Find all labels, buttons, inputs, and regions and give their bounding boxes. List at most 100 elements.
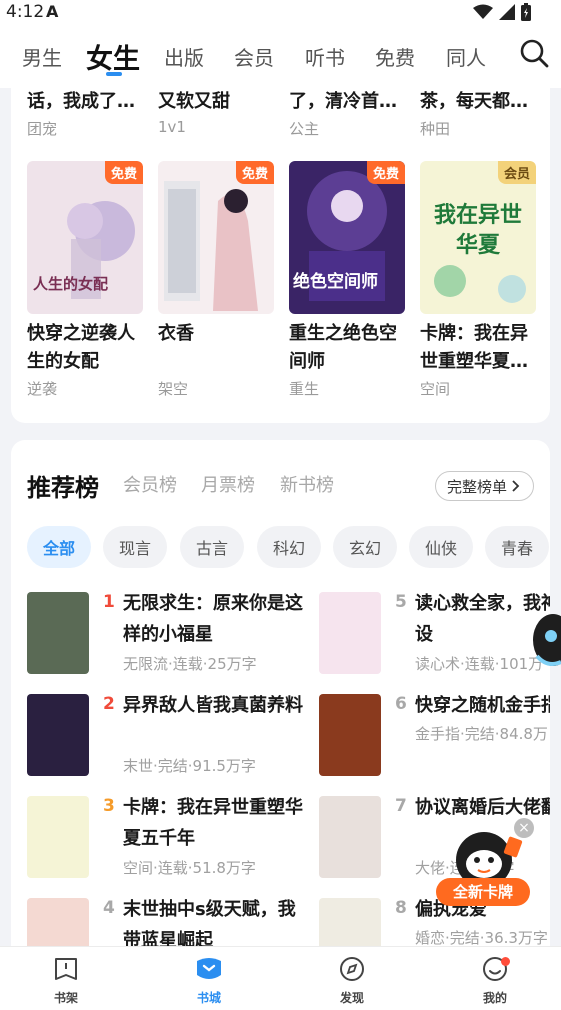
full-list-button[interactable]: 完整榜单 — [435, 471, 534, 501]
book-cover[interactable]: 绝色空间师 免费 — [289, 161, 405, 314]
free-badge: 免费 — [104, 161, 143, 184]
tab-member-rank[interactable]: 会员榜 — [123, 471, 177, 497]
chip-xianxia[interactable]: 仙侠 — [409, 526, 473, 568]
cover-title-text: 绝色空间师 — [293, 272, 378, 292]
promo-close-button[interactable]: × — [514, 818, 534, 838]
rank-meta: 读心术·连载·101万 — [415, 655, 544, 673]
rank-cover — [27, 796, 89, 878]
promo-label: 全新卡牌 — [436, 878, 530, 906]
rank-meta: 金手指·完结·84.8万 — [415, 725, 548, 743]
bottom-tab-bookstore[interactable]: 书城 — [179, 955, 239, 1006]
tab-publish[interactable]: 出版 — [164, 42, 204, 71]
book-title: 话，我成了… — [27, 91, 135, 112]
bookshelf-icon — [55, 958, 77, 980]
free-badge: 免费 — [366, 161, 405, 184]
tab-free[interactable]: 免费 — [375, 42, 415, 71]
book-cover[interactable]: 我在异世华夏 会员 — [420, 161, 536, 314]
book-item[interactable]: 卡牌：我在异世重塑华夏… 空间 — [420, 320, 536, 399]
book-title: 重生之绝色空间师 — [289, 323, 397, 372]
rank-meta: 婚恋·完结·36.3万字 — [415, 929, 548, 947]
book-title: 了，清冷首… — [289, 91, 397, 112]
tab-new-book-rank[interactable]: 新书榜 — [280, 471, 334, 497]
rank-number: 8 — [395, 898, 407, 918]
tab-male[interactable]: 男生 — [22, 42, 62, 71]
tab-recommend-rank[interactable]: 推荐榜 — [27, 468, 99, 503]
status-icons — [473, 3, 531, 21]
bottom-nav: 书架 书城 发现 我的 — [0, 946, 561, 1010]
rank-item[interactable]: 1 无限求生：原来你是这样的小福星 无限流·连载·25万字 — [27, 592, 307, 674]
rank-title: 快穿之随机金手指 — [415, 695, 550, 716]
book-title: 卡牌：我在异世重塑华夏… — [420, 323, 528, 372]
rank-number: 1 — [103, 592, 115, 612]
book-tag: 种田 — [420, 120, 451, 138]
rank-meta: 末世·完结·91.5万字 — [123, 757, 256, 775]
book-cover[interactable]: 免费 — [158, 161, 274, 314]
free-badge: 免费 — [235, 161, 274, 184]
active-tab-indicator — [106, 72, 122, 76]
status-bar: 4:12 A — [0, 0, 561, 26]
book-title: 快穿之逆袭人生的女配 — [27, 323, 135, 372]
chip-ancient-romance[interactable]: 古言 — [180, 526, 244, 568]
rank-title: 无限求生：原来你是这样的小福星 — [123, 593, 303, 645]
cover-title-text: 我在异世华夏 — [433, 203, 522, 258]
bottom-tab-discover[interactable]: 发现 — [322, 955, 382, 1006]
rank-item[interactable]: 5 读心救全家，我神棍人设 读心术·连载·101万 — [319, 592, 550, 674]
chip-modern-romance[interactable]: 现言 — [103, 526, 167, 568]
tab-audiobook[interactable]: 听书 — [305, 42, 345, 71]
signal-icon — [499, 4, 515, 20]
book-title: 又软又甜 — [158, 91, 230, 112]
rank-number: 3 — [103, 796, 115, 816]
book-tag: 逆袭 — [27, 380, 58, 398]
tab-member[interactable]: 会员 — [234, 42, 274, 71]
book-item[interactable]: 快穿之逆袭人生的女配 逆袭 — [27, 320, 143, 399]
rank-title: 异界敌人皆我真菌养料 — [123, 695, 303, 716]
bottom-tab-label: 书城 — [196, 991, 221, 1005]
rank-item[interactable]: 2 异界敌人皆我真菌养料 末世·完结·91.5万字 — [27, 694, 307, 776]
rank-cover — [319, 694, 381, 776]
book-tag: 重生 — [289, 380, 320, 398]
rank-meta: 无限流·连载·25万字 — [123, 655, 257, 673]
rank-item[interactable]: 3 卡牌：我在异世重塑华夏五千年 空间·连载·51.8万字 — [27, 796, 307, 878]
book-item[interactable]: 衣香 架空 — [158, 320, 274, 399]
book-tag: 1v1 — [158, 118, 186, 136]
full-list-label: 完整榜单 — [446, 477, 507, 496]
app-notification-icon: A — [46, 2, 59, 21]
vip-badge: 会员 — [497, 161, 536, 184]
book-item[interactable]: 了，清冷首… 公主 — [289, 88, 405, 139]
book-item[interactable]: 又软又甜 1v1 — [158, 88, 274, 136]
rank-item[interactable]: 6 快穿之随机金手指 金手指·完结·84.8万 — [319, 694, 550, 776]
tab-fanfic[interactable]: 同人 — [446, 42, 486, 71]
chip-scifi[interactable]: 科幻 — [257, 526, 321, 568]
cover-title-text: 人生的女配 — [33, 275, 109, 293]
bottom-tab-profile[interactable]: 我的 — [465, 955, 525, 1006]
book-cover[interactable]: 人生的女配 免费 — [27, 161, 143, 314]
rank-meta: 空间·连载·51.8万字 — [123, 859, 256, 877]
tab-female[interactable]: 女生 — [86, 37, 140, 76]
bottom-tab-label: 发现 — [339, 991, 364, 1005]
side-mascot-icon[interactable] — [531, 606, 561, 672]
notification-dot — [501, 957, 510, 966]
bottom-tab-bookshelf[interactable]: 书架 — [36, 955, 96, 1006]
chevron-right-icon — [512, 480, 520, 492]
status-time: 4:12 — [6, 2, 45, 22]
book-tag: 空间 — [420, 380, 451, 398]
bookstore-icon — [197, 958, 221, 979]
rank-cover — [27, 592, 89, 674]
promo-widget[interactable]: × 全新卡牌 — [436, 818, 536, 910]
rank-number: 7 — [395, 796, 407, 816]
rank-number: 6 — [395, 694, 407, 714]
book-grid-card: 话，我成了… 团宠 又软又甜 1v1 了，清冷首… 公主 茶，每天都… 种田 人… — [11, 88, 550, 423]
bottom-tab-label: 我的 — [482, 991, 507, 1005]
chip-all[interactable]: 全部 — [27, 526, 91, 568]
chip-youth[interactable]: 青春 — [485, 526, 549, 568]
book-item[interactable]: 重生之绝色空间师 重生 — [289, 320, 405, 399]
book-tag: 团宠 — [27, 120, 58, 138]
search-icon[interactable] — [519, 38, 549, 68]
rank-cover — [27, 694, 89, 776]
tab-monthly-ticket-rank[interactable]: 月票榜 — [201, 471, 255, 497]
chip-fantasy[interactable]: 玄幻 — [333, 526, 397, 568]
rank-number: 2 — [103, 694, 115, 714]
book-item[interactable]: 话，我成了… 团宠 — [27, 88, 143, 139]
book-item[interactable]: 茶，每天都… 种田 — [420, 88, 536, 139]
book-tag: 公主 — [289, 120, 320, 138]
